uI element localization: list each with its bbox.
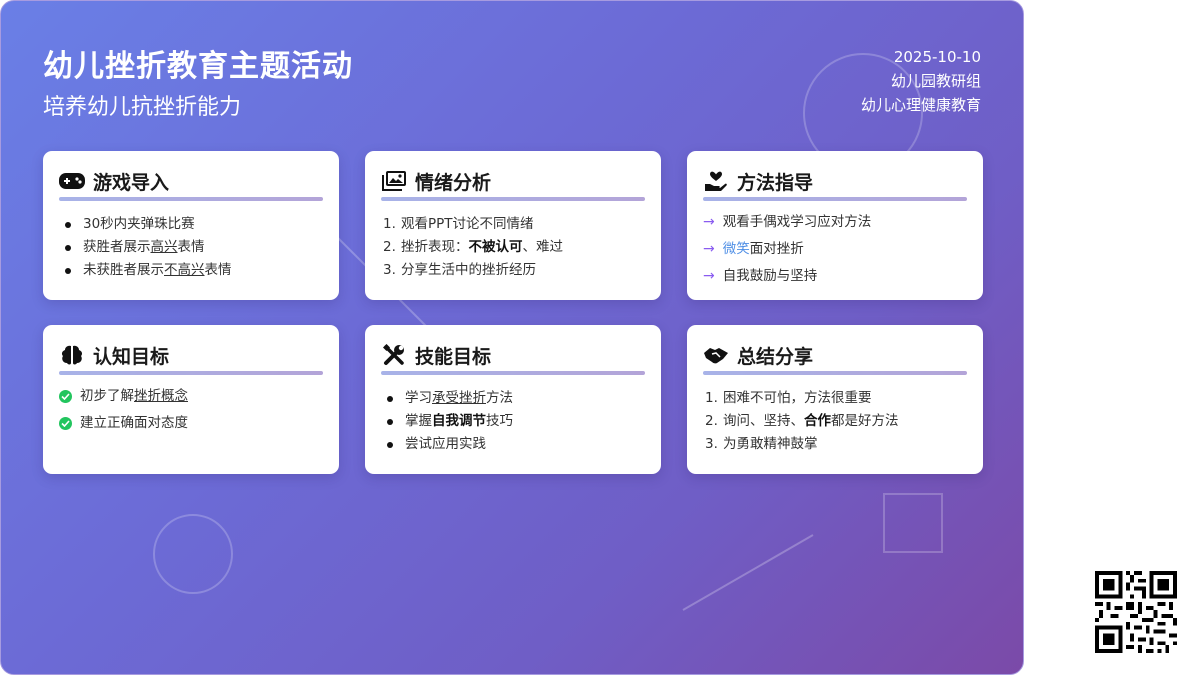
check-circle-icon	[59, 417, 72, 430]
card-title: 游戏导入	[93, 171, 170, 194]
card-list: 1. 困难不可怕，方法很重要 2. 询问、坚持、 合作 都是好方法 3. 为勇敢精神鼓掌	[703, 387, 967, 456]
images-icon	[381, 168, 407, 194]
card-list: 初步了解 挫折概念 建立正确面对态度	[59, 383, 323, 437]
list-item: 学习 承受挫折 方法	[381, 387, 645, 410]
card-divider	[59, 197, 323, 201]
slide: 幼儿挫折教育主题活动 培养幼儿抗挫折能力 2025-10-10 幼儿园教研组 幼…	[0, 0, 1024, 675]
card-divider	[381, 371, 645, 375]
list-item: 掌握 自我调节 技巧	[381, 410, 645, 433]
card-header: 认知目标	[59, 341, 323, 369]
list-item: 1. 困难不可怕，方法很重要	[705, 390, 872, 406]
list-item: 30秒内夹弹珠比赛	[59, 213, 323, 236]
card-title: 方法指导	[737, 171, 814, 194]
list-item: 尝试应用实践	[381, 433, 645, 456]
card-header: 游戏导入	[59, 167, 323, 195]
org-label: 幼儿园教研组	[890, 72, 981, 90]
gamepad-icon	[59, 168, 85, 194]
card-method-guidance: 方法指导 → 观看手偶戏学习应对方法 → 微笑 面对挫折 → 自我鼓励与坚持	[687, 151, 983, 300]
arrow-right-icon: →	[703, 241, 715, 257]
card-divider	[703, 371, 967, 375]
list-item: 建立正确面对态度	[59, 410, 323, 437]
list-item: 2. 询问、坚持、 合作 都是好方法	[705, 413, 899, 429]
page-subtitle: 培养幼儿抗挫折能力	[43, 95, 242, 120]
hand-heart-icon	[703, 168, 729, 194]
card-divider	[381, 197, 645, 201]
card-divider	[59, 371, 323, 375]
check-circle-icon	[59, 390, 72, 403]
card-title: 认知目标	[93, 345, 170, 368]
list-item: → 观看手偶戏学习应对方法	[703, 209, 967, 236]
brain-icon	[59, 342, 85, 368]
card-title: 情绪分析	[415, 171, 492, 194]
category-label: 幼儿心理健康教育	[860, 96, 981, 114]
handshake-icon	[703, 342, 729, 368]
card-title: 技能目标	[415, 345, 492, 368]
card-list: 学习 承受挫折 方法 掌握 自我调节 技巧 尝试应用实践	[381, 387, 645, 456]
card-header: 方法指导	[703, 167, 967, 195]
list-item: → 自我鼓励与坚持	[703, 263, 967, 290]
card-divider	[703, 197, 967, 201]
card-title: 总结分享	[737, 345, 814, 368]
list-item: 未获胜者展示 不高兴 表情	[59, 259, 323, 282]
arrow-right-icon: →	[703, 214, 715, 230]
list-item: 3. 分享生活中的挫折经历	[383, 262, 536, 278]
list-item: 初步了解 挫折概念	[59, 383, 323, 410]
header-meta: 2025-10-10 幼儿园教研组 幼儿心理健康教育	[861, 45, 981, 117]
list-item: 获胜者展示 高兴 表情	[59, 236, 323, 259]
card-game-intro: 游戏导入 30秒内夹弹珠比赛 获胜者展示 高兴 表情 未获胜者展示 不高兴 表情	[43, 151, 339, 300]
date-label: 2025-10-10	[893, 48, 981, 66]
decor-square	[883, 493, 943, 553]
tools-icon	[381, 342, 407, 368]
card-summary-share: 总结分享 1. 困难不可怕，方法很重要 2. 询问、坚持、 合作 都是好方法 3. 为勇敢…	[687, 325, 983, 474]
qr-code-icon[interactable]	[1095, 571, 1177, 653]
card-cognitive-goal: 认知目标 初步了解 挫折概念 建立正确面对态度	[43, 325, 339, 474]
decor-circle	[153, 514, 233, 594]
arrow-right-icon: →	[703, 268, 715, 284]
list-item: 1. 观看PPT讨论不同情绪	[383, 216, 534, 232]
card-header: 总结分享	[703, 341, 967, 369]
card-header: 技能目标	[381, 341, 645, 369]
card-skill-goal: 技能目标 学习 承受挫折 方法 掌握 自我调节 技巧 尝试应用实践	[365, 325, 661, 474]
list-item: 2. 挫折表现： 不被认可 、难过	[383, 239, 563, 255]
card-list: 1. 观看PPT讨论不同情绪 2. 挫折表现： 不被认可 、难过 3. 分享生活中的挫折经…	[381, 213, 645, 282]
page-title: 幼儿挫折教育主题活动	[43, 49, 353, 84]
card-list: 30秒内夹弹珠比赛 获胜者展示 高兴 表情 未获胜者展示 不高兴 表情	[59, 213, 323, 282]
card-header: 情绪分析	[381, 167, 645, 195]
list-item: 3. 为勇敢精神鼓掌	[705, 436, 818, 452]
card-emotion-analysis: 情绪分析 1. 观看PPT讨论不同情绪 2. 挫折表现： 不被认可 、难过 3. 分享生活…	[365, 151, 661, 300]
card-list: → 观看手偶戏学习应对方法 → 微笑 面对挫折 → 自我鼓励与坚持	[703, 209, 967, 290]
list-item: → 微笑 面对挫折	[703, 236, 967, 263]
